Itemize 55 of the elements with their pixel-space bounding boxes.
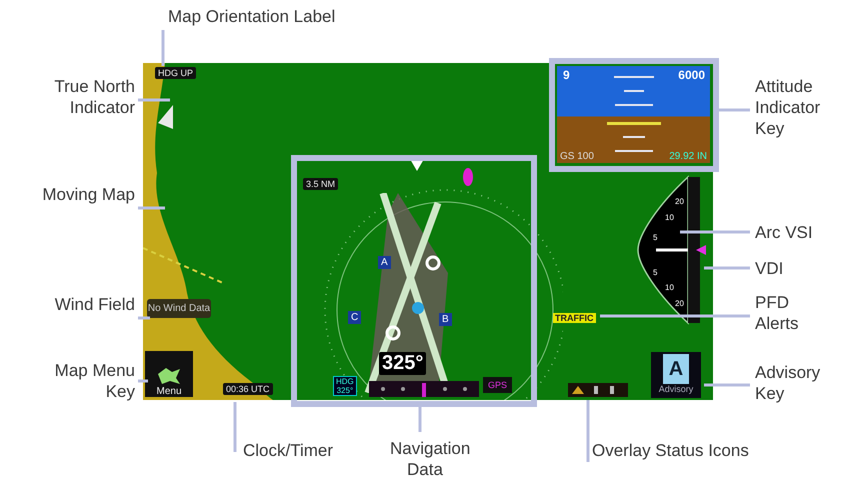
north-arrow-icon (157, 105, 175, 129)
map-icon (156, 366, 182, 386)
vsi-tick-label: 10 (665, 213, 674, 222)
callout-label: Moving Map (42, 185, 135, 204)
leader-line (586, 400, 590, 462)
leader-line (234, 402, 236, 452)
ground-speed-readout: GS 100 (560, 151, 594, 162)
taxiway-sign: C (348, 311, 362, 324)
vsi-tick-label: 5 (653, 233, 658, 242)
callout-label: True North Indicator (54, 77, 135, 117)
taxiway-sign: B (439, 313, 452, 326)
leader-line (138, 380, 148, 382)
heading-readout: 325° (379, 352, 426, 375)
leader-line (680, 230, 750, 234)
map-orientation-label: HDG UP (155, 67, 196, 79)
vdi-pointer-icon (696, 245, 706, 255)
leader-line (704, 266, 750, 270)
callout-label: Map Orientation Label (168, 7, 336, 26)
vsi-tick-label: 5 (653, 268, 658, 277)
nav-source-button[interactable]: GPS (483, 377, 512, 393)
callout-label: PFD Alerts (755, 293, 798, 333)
overlay-status-icons (568, 383, 628, 397)
leader-line (138, 316, 150, 320)
leader-line (719, 108, 750, 112)
roll-readout: 9 (563, 68, 570, 82)
leader-line (704, 384, 750, 386)
advisory-icon: A (663, 354, 689, 384)
vsi-tick-label: 20 (675, 197, 684, 206)
advisory-button[interactable]: A Advisory (651, 352, 701, 398)
map-scale: 3.5 NM (303, 178, 338, 190)
leader-line (138, 206, 165, 210)
wind-field: No Wind Data (147, 299, 211, 318)
callout-label: Navigation Data (390, 439, 470, 479)
leader-line (418, 407, 422, 432)
barometer-readout: 29.92 IN (669, 151, 707, 162)
vsi-tick-label: 20 (675, 299, 684, 308)
callout-label: Clock/Timer (243, 441, 334, 460)
map-menu-button[interactable]: Menu (145, 351, 193, 397)
callout-label: Arc VSI (755, 223, 813, 242)
callout-label: VDI (755, 259, 784, 278)
vsi-tick-label: 10 (665, 283, 674, 292)
callout-label: Map Menu Key (54, 361, 135, 401)
taxiway-sign: A (378, 256, 391, 269)
callout-label: Wind Field (54, 295, 135, 314)
heading-pointer-icon (410, 159, 424, 171)
callout-label: Advisory Key (755, 363, 820, 403)
callout-label: Attitude Indicator Key (755, 77, 820, 138)
leader-line (138, 98, 170, 102)
clock-timer: 00:36 UTC (223, 383, 273, 395)
selected-heading-box: HDG 325° (333, 376, 357, 396)
traffic-alert: TRAFFIC (553, 313, 596, 323)
callout-label: Overlay Status Icons (592, 441, 749, 460)
traffic-target-icon (463, 168, 473, 186)
leader-line (162, 30, 164, 66)
altitude-readout: 6000 (678, 68, 705, 82)
